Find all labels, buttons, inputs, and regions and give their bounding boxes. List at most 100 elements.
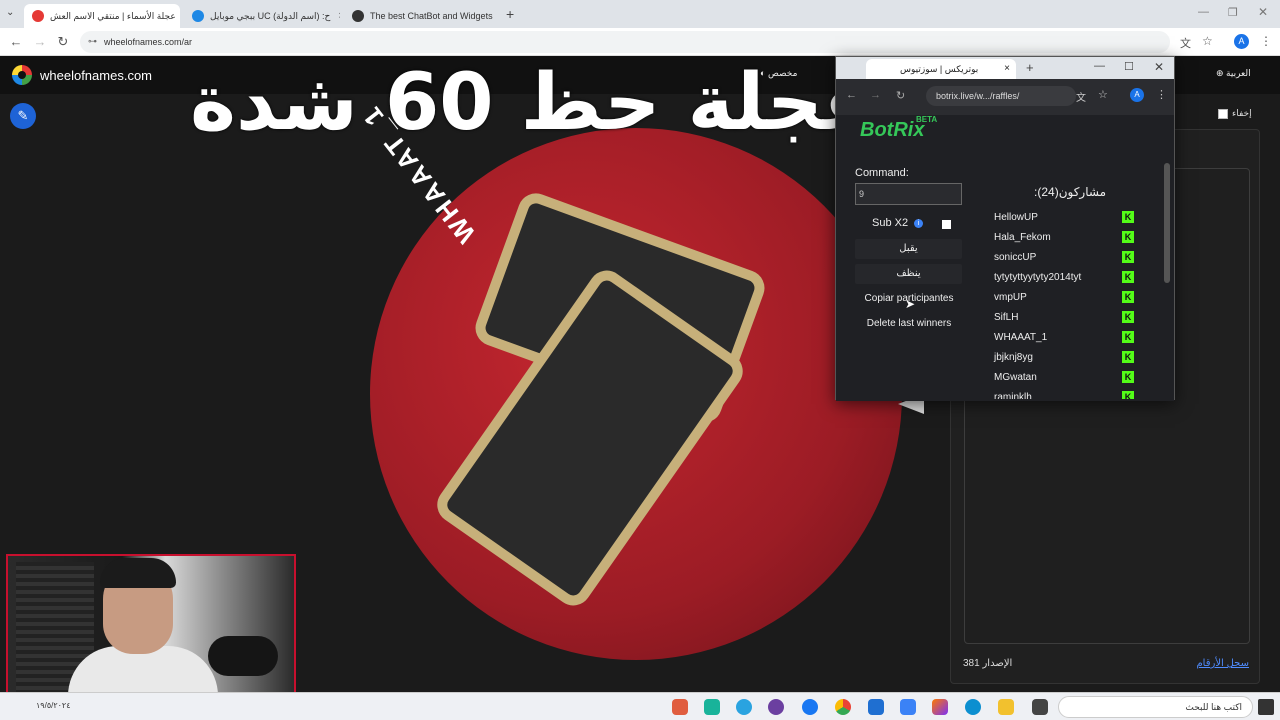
tab-list-menu-icon[interactable]: ⌄ — [6, 7, 14, 18]
tab-label: عجلة الأسماء | منتقي الاسم العش — [50, 10, 176, 21]
tab-pubg-uc[interactable]: ببجي موبايل UC (اسم الدولة) :ح × — [184, 4, 340, 28]
overlay-title: عجلة حظ 60 شدة — [190, 58, 877, 148]
popup-forward-icon[interactable]: → — [870, 89, 881, 101]
raffle-panel: Command: 9 Sub X2 i يقبل ينظف Copiar par… — [836, 145, 1174, 401]
tab-close-icon[interactable]: × — [176, 10, 180, 22]
hide-toggle[interactable]: إخفاء — [1218, 108, 1252, 119]
browser-menu-icon[interactable]: ⋮ — [1260, 34, 1272, 48]
windows-start-icon[interactable] — [1258, 699, 1274, 715]
delete-last-winners-button[interactable]: Delete last winners — [844, 314, 974, 334]
changelog-link[interactable]: سجل الأرقام — [1196, 658, 1249, 669]
popup-tab[interactable]: بوتريكس | سوزتيوس × — [866, 59, 1016, 79]
popup-url-field[interactable]: botrix.live/w.../raffles/ — [926, 86, 1076, 106]
participants-list[interactable]: HellowUP K Hala_Fekom K soniccUP K tytytytt… — [982, 207, 1152, 399]
translate-icon[interactable]: 文 — [1180, 35, 1191, 51]
participants-scrollbar[interactable] — [1164, 163, 1170, 283]
command-input[interactable]: 9 — [855, 183, 962, 205]
maximize-window-icon[interactable]: ❐ — [1228, 6, 1238, 19]
kick-platform-icon: K — [1122, 271, 1134, 283]
reload-icon[interactable]: ↻ — [55, 34, 71, 50]
chrome-icon[interactable] — [835, 699, 851, 715]
taskbar-app-icon[interactable] — [704, 699, 720, 715]
site-logo[interactable]: wheelofnames.com — [12, 65, 152, 85]
popup-titlebar: بوتريكس | سوزتيوس × + — ☐ ✕ — [836, 57, 1174, 79]
edge-icon[interactable] — [965, 699, 981, 715]
popup-minimize-icon[interactable]: — — [1094, 60, 1105, 72]
kick-platform-icon: K — [1122, 291, 1134, 303]
language-selector[interactable]: ⊕ العربية — [1216, 68, 1251, 79]
kick-platform-icon: K — [1122, 231, 1134, 243]
list-item: MGwatan K — [994, 367, 1140, 387]
popup-back-icon[interactable]: ← — [846, 89, 857, 101]
tab-label: The best ChatBot and Widgets — [370, 11, 493, 21]
kick-platform-icon: K — [1122, 351, 1134, 363]
participants-title: مشاركون(24): — [1034, 185, 1107, 199]
hide-checkbox[interactable] — [1218, 108, 1228, 119]
version-label: الإصدار 381 — [963, 658, 1013, 669]
tab-close-icon[interactable]: × — [330, 10, 340, 22]
taskbar-search-input[interactable]: اكتب هنا للبحث — [1058, 696, 1253, 718]
popup-maximize-icon[interactable]: ☐ — [1124, 60, 1134, 73]
browser-address-bar: ← → ↻ ⊶ wheelofnames.com/ar 文 ☆ A ⋮ — [0, 28, 1280, 56]
subx2-option: Sub X2 i — [872, 217, 924, 229]
edit-pencil-icon[interactable]: ✎ — [10, 103, 36, 129]
file-explorer-icon[interactable] — [998, 699, 1014, 715]
site-info-icon[interactable]: ⊶ — [88, 36, 97, 47]
hide-label: إخفاء — [1232, 108, 1252, 118]
participant-name: ramjnklh — [994, 391, 1032, 400]
task-view-icon[interactable] — [1032, 699, 1048, 715]
info-icon[interactable]: i — [914, 218, 924, 228]
new-tab-button[interactable]: + — [506, 6, 514, 22]
participant-name: MGwatan — [994, 371, 1037, 383]
botrix-popup-window: بوتريكس | سوزتيوس × + — ☐ ✕ ← → ↻ botrix… — [835, 56, 1175, 401]
mouse-cursor-icon: ➤ — [905, 297, 916, 311]
kick-platform-icon: K — [1122, 331, 1134, 343]
tab-botrix[interactable]: The best ChatBot and Widgets × — [344, 4, 500, 28]
profile-avatar[interactable]: A — [1234, 34, 1249, 49]
subx2-checkbox[interactable] — [942, 220, 951, 229]
minimize-window-icon[interactable]: — — [1198, 6, 1209, 18]
popup-bookmark-icon[interactable]: ☆ — [1098, 88, 1108, 101]
telegram-icon[interactable] — [736, 699, 752, 715]
popup-new-tab-icon[interactable]: + — [1026, 60, 1034, 75]
list-item: WHAAAT_1 K — [994, 327, 1140, 347]
url-field[interactable]: ⊶ wheelofnames.com/ar — [80, 31, 1170, 53]
tab-wheel-of-names[interactable]: عجلة الأسماء | منتقي الاسم العش × — [24, 4, 180, 28]
url-text: wheelofnames.com/ar — [104, 37, 193, 47]
taskbar-app-icon[interactable] — [932, 699, 948, 715]
forward-icon[interactable]: → — [32, 34, 48, 49]
webcam-overlay — [6, 554, 296, 709]
back-icon[interactable]: ← — [8, 34, 24, 49]
bookmark-star-icon[interactable]: ☆ — [1202, 34, 1213, 48]
store-icon[interactable] — [900, 699, 916, 715]
popup-translate-icon[interactable]: 文 — [1076, 89, 1086, 104]
list-item: SifLH K — [994, 307, 1140, 327]
popup-tab-title: بوتريكس | سوزتيوس — [900, 64, 979, 74]
list-item: ramjnklh K — [994, 387, 1140, 399]
close-window-icon[interactable]: ✕ — [1258, 5, 1268, 19]
popup-tab-close-icon[interactable]: × — [1004, 63, 1010, 74]
popup-reload-icon[interactable]: ↻ — [896, 89, 905, 102]
popup-address-bar: ← → ↻ botrix.live/w.../raffles/ 文 ☆ A ⋮ — [836, 79, 1174, 115]
popup-menu-icon[interactable]: ⋮ — [1156, 88, 1167, 101]
tab-favicon-icon — [32, 10, 44, 22]
list-item: vmpUP K — [994, 287, 1140, 307]
participant-name: soniccUP — [994, 251, 1037, 263]
language-label: العربية — [1226, 68, 1251, 78]
taskbar-app-icon[interactable] — [768, 699, 784, 715]
os-taskbar: ١٩/٥/٢٠٢٤ اكتب هنا للبحث — [0, 692, 1280, 720]
participant-name: HellowUP — [994, 211, 1038, 223]
participant-name: Hala_Fekom — [994, 231, 1051, 243]
taskbar-app-icon[interactable] — [672, 699, 688, 715]
tab-label: ببجي موبايل UC (اسم الدولة) :ح — [210, 10, 331, 21]
accept-button[interactable]: يقبل — [855, 239, 962, 259]
kick-platform-icon: K — [1122, 311, 1134, 323]
list-item: jbjknj8yg K — [994, 347, 1140, 367]
taskbar-app-icon[interactable] — [868, 699, 884, 715]
popup-close-icon[interactable]: ✕ — [1154, 60, 1164, 74]
clean-button[interactable]: ينظف — [855, 264, 962, 284]
popup-profile-avatar[interactable]: A — [1130, 88, 1144, 102]
facebook-icon[interactable] — [802, 699, 818, 715]
subx2-label: Sub X2 — [872, 217, 909, 229]
tab-close-icon[interactable]: × — [493, 10, 500, 22]
